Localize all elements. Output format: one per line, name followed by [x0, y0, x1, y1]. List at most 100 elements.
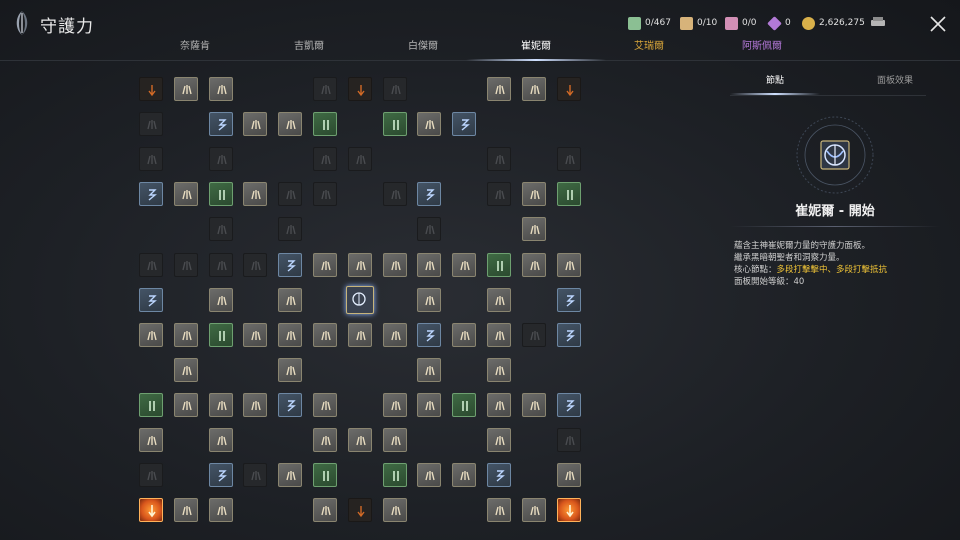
guardian-node-light[interactable]	[521, 217, 546, 242]
guardian-node-light[interactable]	[382, 392, 407, 417]
guardian-node-dark[interactable]	[313, 147, 337, 172]
guardian-node-light[interactable]	[521, 252, 546, 277]
guardian-node-green[interactable]	[313, 463, 337, 488]
guardian-node-green[interactable]	[487, 252, 511, 277]
guardian-node-light[interactable]	[347, 322, 372, 347]
tab-nodes[interactable]: 節點	[730, 73, 820, 86]
guardian-node-light[interactable]	[487, 357, 511, 382]
guardian-node-light[interactable]	[173, 77, 198, 101]
guardian-node-dark[interactable]	[208, 217, 233, 242]
guardian-node-orange[interactable]	[139, 77, 163, 101]
guardian-node-dark[interactable]	[487, 147, 511, 172]
guardian-node-light[interactable]	[139, 428, 163, 452]
guardian-node-green[interactable]	[208, 182, 233, 207]
guardian-node-light[interactable]	[347, 252, 372, 277]
tab-deity-2[interactable]: 吉凱爾	[254, 38, 364, 56]
guardian-node-light[interactable]	[278, 322, 303, 347]
guardian-node-dark[interactable]	[139, 112, 163, 137]
guardian-node-light[interactable]	[243, 112, 268, 137]
guardian-node-blue[interactable]	[208, 112, 233, 137]
guardian-node-dark[interactable]	[278, 217, 303, 242]
guardian-node-dark[interactable]	[487, 182, 511, 207]
guardian-node-light[interactable]	[208, 287, 233, 312]
guardian-node-light[interactable]	[487, 322, 511, 347]
guardian-node-light[interactable]	[313, 252, 337, 277]
guardian-node-orange[interactable]	[347, 77, 372, 101]
guardian-node-light[interactable]	[452, 252, 477, 277]
guardian-node-blue[interactable]	[417, 182, 442, 207]
tab-deity-5[interactable]: 艾瑞爾	[594, 38, 704, 56]
guardian-node-fire[interactable]	[556, 498, 581, 523]
guardian-node-light[interactable]	[243, 322, 268, 347]
guardian-node-light[interactable]	[417, 112, 442, 137]
guardian-node-light[interactable]	[452, 322, 477, 347]
guardian-node-blue[interactable]	[556, 287, 581, 312]
guardian-node-orange[interactable]	[347, 498, 372, 523]
guardian-node-light[interactable]	[556, 252, 581, 277]
guardian-node-light[interactable]	[243, 392, 268, 417]
guardian-node-light[interactable]	[173, 392, 198, 417]
guardian-node-light[interactable]	[417, 287, 442, 312]
guardian-node-light[interactable]	[313, 428, 337, 452]
guardian-node-light[interactable]	[487, 498, 511, 523]
guardian-node-light[interactable]	[173, 182, 198, 207]
guardian-node-light[interactable]	[382, 322, 407, 347]
shop-cart-icon[interactable]	[870, 15, 886, 29]
guardian-node-blue[interactable]	[278, 392, 303, 417]
guardian-node-light[interactable]	[382, 252, 407, 277]
guardian-node-dark[interactable]	[278, 182, 303, 207]
guardian-node-green[interactable]	[208, 322, 233, 347]
guardian-node-dark[interactable]	[173, 252, 198, 277]
guardian-node-green[interactable]	[382, 463, 407, 488]
guardian-node-light[interactable]	[556, 463, 581, 488]
guardian-node-light[interactable]	[139, 322, 163, 347]
guardian-node-dark[interactable]	[521, 322, 546, 347]
guardian-node-dark[interactable]	[139, 463, 163, 488]
guardian-node-light[interactable]	[382, 498, 407, 523]
guardian-node-light[interactable]	[243, 182, 268, 207]
guardian-node-blue[interactable]	[139, 287, 163, 312]
guardian-node-light[interactable]	[487, 287, 511, 312]
guardian-node-light[interactable]	[278, 357, 303, 382]
guardian-node-light[interactable]	[347, 428, 372, 452]
guardian-node-dark[interactable]	[556, 428, 581, 452]
guardian-node-light[interactable]	[278, 287, 303, 312]
guardian-node-light[interactable]	[487, 392, 511, 417]
tab-board-effects[interactable]: 面板效果	[850, 73, 940, 86]
guardian-node-green[interactable]	[452, 392, 477, 417]
tab-deity-1[interactable]: 奈薩肯	[140, 38, 250, 56]
guardian-node-blue[interactable]	[452, 112, 477, 137]
guardian-node-dark[interactable]	[382, 182, 407, 207]
guardian-node-light[interactable]	[208, 77, 233, 101]
start-node[interactable]	[345, 285, 374, 314]
guardian-node-blue[interactable]	[556, 322, 581, 347]
tab-deity-6[interactable]: 阿斯佩爾	[707, 38, 817, 56]
close-icon[interactable]	[928, 14, 948, 34]
guardian-node-light[interactable]	[278, 463, 303, 488]
guardian-node-light[interactable]	[208, 428, 233, 452]
guardian-node-light[interactable]	[173, 322, 198, 347]
tab-deity-3[interactable]: 白傑爾	[368, 38, 478, 56]
guardian-node-blue[interactable]	[556, 392, 581, 417]
guardian-node-orange[interactable]	[556, 77, 581, 101]
guardian-node-light[interactable]	[278, 112, 303, 137]
guardian-node-light[interactable]	[313, 392, 337, 417]
guardian-node-light[interactable]	[313, 498, 337, 523]
guardian-node-light[interactable]	[452, 463, 477, 488]
guardian-node-light[interactable]	[417, 357, 442, 382]
guardian-node-light[interactable]	[173, 498, 198, 523]
guardian-node-dark[interactable]	[139, 252, 163, 277]
guardian-node-light[interactable]	[521, 182, 546, 207]
guardian-node-dark[interactable]	[417, 217, 442, 242]
guardian-node-light[interactable]	[521, 77, 546, 101]
guardian-node-dark[interactable]	[382, 77, 407, 101]
tab-deity-4[interactable]: 崔妮爾	[481, 38, 591, 56]
guardian-node-light[interactable]	[521, 392, 546, 417]
guardian-node-light[interactable]	[382, 428, 407, 452]
guardian-node-dark[interactable]	[313, 77, 337, 101]
guardian-node-light[interactable]	[173, 357, 198, 382]
guardian-node-dark[interactable]	[243, 463, 268, 488]
guardian-node-dark[interactable]	[347, 147, 372, 172]
guardian-node-blue[interactable]	[487, 463, 511, 488]
guardian-node-blue[interactable]	[417, 322, 442, 347]
